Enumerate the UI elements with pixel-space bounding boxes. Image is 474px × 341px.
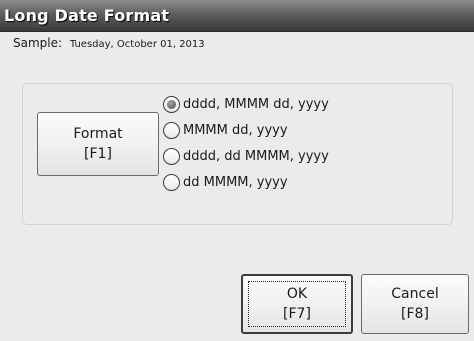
format-option-label: dddd, MMMM dd, yyyy — [183, 96, 329, 112]
cancel-button-key: [F8] — [401, 306, 429, 322]
ok-button-label: OK — [286, 286, 308, 302]
format-option-label: dddd, dd MMMM, yyyy — [183, 148, 329, 164]
radio-button-selected-icon[interactable] — [163, 95, 180, 113]
cancel-button[interactable]: Cancel [F8] — [361, 274, 469, 334]
format-option-dddd-dd-mmmm-yyyy[interactable]: dddd, dd MMMM, yyyy — [163, 145, 329, 167]
long-date-format-dialog: Long Date Format Sample: Tuesday, Octobe… — [0, 0, 474, 341]
format-option-label: MMMM dd, yyyy — [183, 122, 288, 138]
format-button[interactable]: Format [F1] — [37, 112, 159, 176]
radio-button-icon[interactable] — [163, 147, 180, 165]
dialog-title: Long Date Format — [4, 6, 170, 25]
radio-button-icon[interactable] — [163, 173, 180, 191]
sample-row: Sample: Tuesday, October 01, 2013 — [13, 36, 205, 50]
ok-button[interactable]: OK [F7] — [241, 274, 353, 334]
format-option-dd-mmmm-yyyy[interactable]: dd MMMM, yyyy — [163, 171, 288, 193]
format-option-mmmm-dd-yyyy[interactable]: MMMM dd, yyyy — [163, 119, 288, 141]
format-option-label: dd MMMM, yyyy — [183, 174, 288, 190]
radio-dot-icon — [167, 99, 176, 109]
title-bar: Long Date Format — [0, 0, 474, 32]
radio-button-icon[interactable] — [163, 121, 180, 139]
cancel-button-label: Cancel — [391, 286, 439, 302]
format-button-key: [F1] — [84, 146, 112, 162]
sample-label: Sample: — [13, 36, 63, 50]
sample-value: Tuesday, October 01, 2013 — [69, 39, 205, 50]
format-option-dddd-mmmm-dd-yyyy[interactable]: dddd, MMMM dd, yyyy — [163, 93, 329, 115]
format-button-label: Format — [73, 126, 123, 142]
ok-button-key: [F7] — [283, 306, 311, 322]
